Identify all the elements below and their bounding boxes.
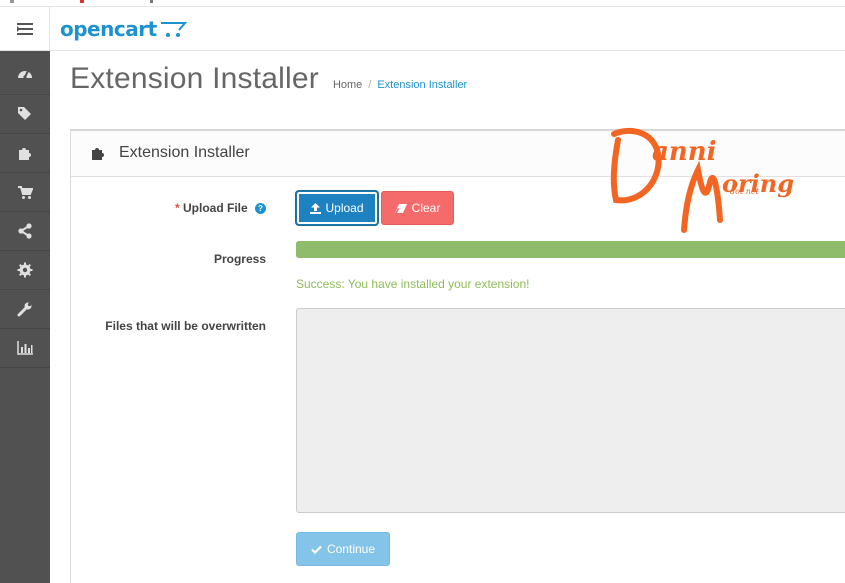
bar-chart-icon xyxy=(17,341,33,355)
panel-heading: Extension Installer xyxy=(71,131,845,177)
puzzle-icon xyxy=(92,148,104,160)
sidebar-item-marketing[interactable] xyxy=(0,212,50,251)
upload-button-face: Upload xyxy=(299,194,375,222)
sidebar-item-tools[interactable] xyxy=(0,290,50,329)
app-root: opencart Extension Installer Home / Exte… xyxy=(0,0,845,583)
sidebar-item-dashboard[interactable] xyxy=(0,51,50,95)
left-sidebar xyxy=(0,51,50,583)
upload-file-label-cell: * Upload File ? xyxy=(70,201,266,221)
progress-bar-fill xyxy=(296,241,845,258)
logo-text: opencart xyxy=(60,17,157,41)
tags-icon xyxy=(18,107,31,120)
sidebar-item-catalog[interactable] xyxy=(0,95,50,134)
sidebar-item-reports[interactable] xyxy=(0,329,50,368)
help-icon[interactable]: ? xyxy=(255,203,266,215)
dashboard-icon xyxy=(18,70,32,79)
upload-icon xyxy=(310,202,322,214)
upload-button[interactable]: Upload xyxy=(296,191,378,225)
clear-button[interactable]: Clear xyxy=(381,191,454,225)
opencart-logo[interactable]: opencart xyxy=(60,15,187,43)
overwrite-files-textarea[interactable] xyxy=(296,308,845,513)
sidebar-item-sales[interactable] xyxy=(0,173,50,212)
progress-bar xyxy=(296,241,845,258)
clear-button-label: Clear xyxy=(411,201,441,215)
browser-chrome-strip xyxy=(0,0,845,7)
continue-button-label: Continue xyxy=(326,542,376,556)
upload-file-label: * Upload File ? xyxy=(175,201,266,215)
puzzle-icon xyxy=(19,148,31,160)
page-title: Extension Installer xyxy=(70,62,319,95)
overwrite-label-cell: Files that will be overwritten xyxy=(70,319,266,339)
gear-icon xyxy=(17,262,33,278)
page-header: Extension Installer Home / Extension Ins… xyxy=(70,62,467,108)
upload-button-label: Upload xyxy=(325,201,364,215)
upload-file-label-text: Upload File xyxy=(182,201,248,215)
wrench-icon xyxy=(17,302,32,317)
sidebar-item-extensions[interactable] xyxy=(0,134,50,173)
required-asterisk: * xyxy=(174,201,180,215)
menu-toggle-button[interactable] xyxy=(0,7,50,51)
sidebar-item-system[interactable] xyxy=(0,251,50,290)
check-icon xyxy=(311,545,322,554)
breadcrumb-current-link[interactable]: Extension Installer xyxy=(377,79,467,91)
logo-cart-icon xyxy=(160,22,187,37)
progress-label: Progress xyxy=(213,252,266,266)
breadcrumb-home-link[interactable]: Home xyxy=(333,79,362,91)
top-header: opencart xyxy=(0,7,845,51)
shopping-cart-icon xyxy=(18,185,33,199)
success-message: Success: You have installed your extensi… xyxy=(296,277,530,291)
breadcrumb: Home / Extension Installer xyxy=(333,79,467,91)
eraser-icon xyxy=(394,203,407,213)
menu-toggle-icon xyxy=(16,23,33,35)
panel-title: Extension Installer xyxy=(119,144,250,161)
overwrite-label: Files that will be overwritten xyxy=(105,319,266,333)
share-icon xyxy=(18,223,32,239)
breadcrumb-separator: / xyxy=(368,79,372,91)
progress-label-cell: Progress xyxy=(70,252,266,272)
continue-button[interactable]: Continue xyxy=(296,532,390,566)
